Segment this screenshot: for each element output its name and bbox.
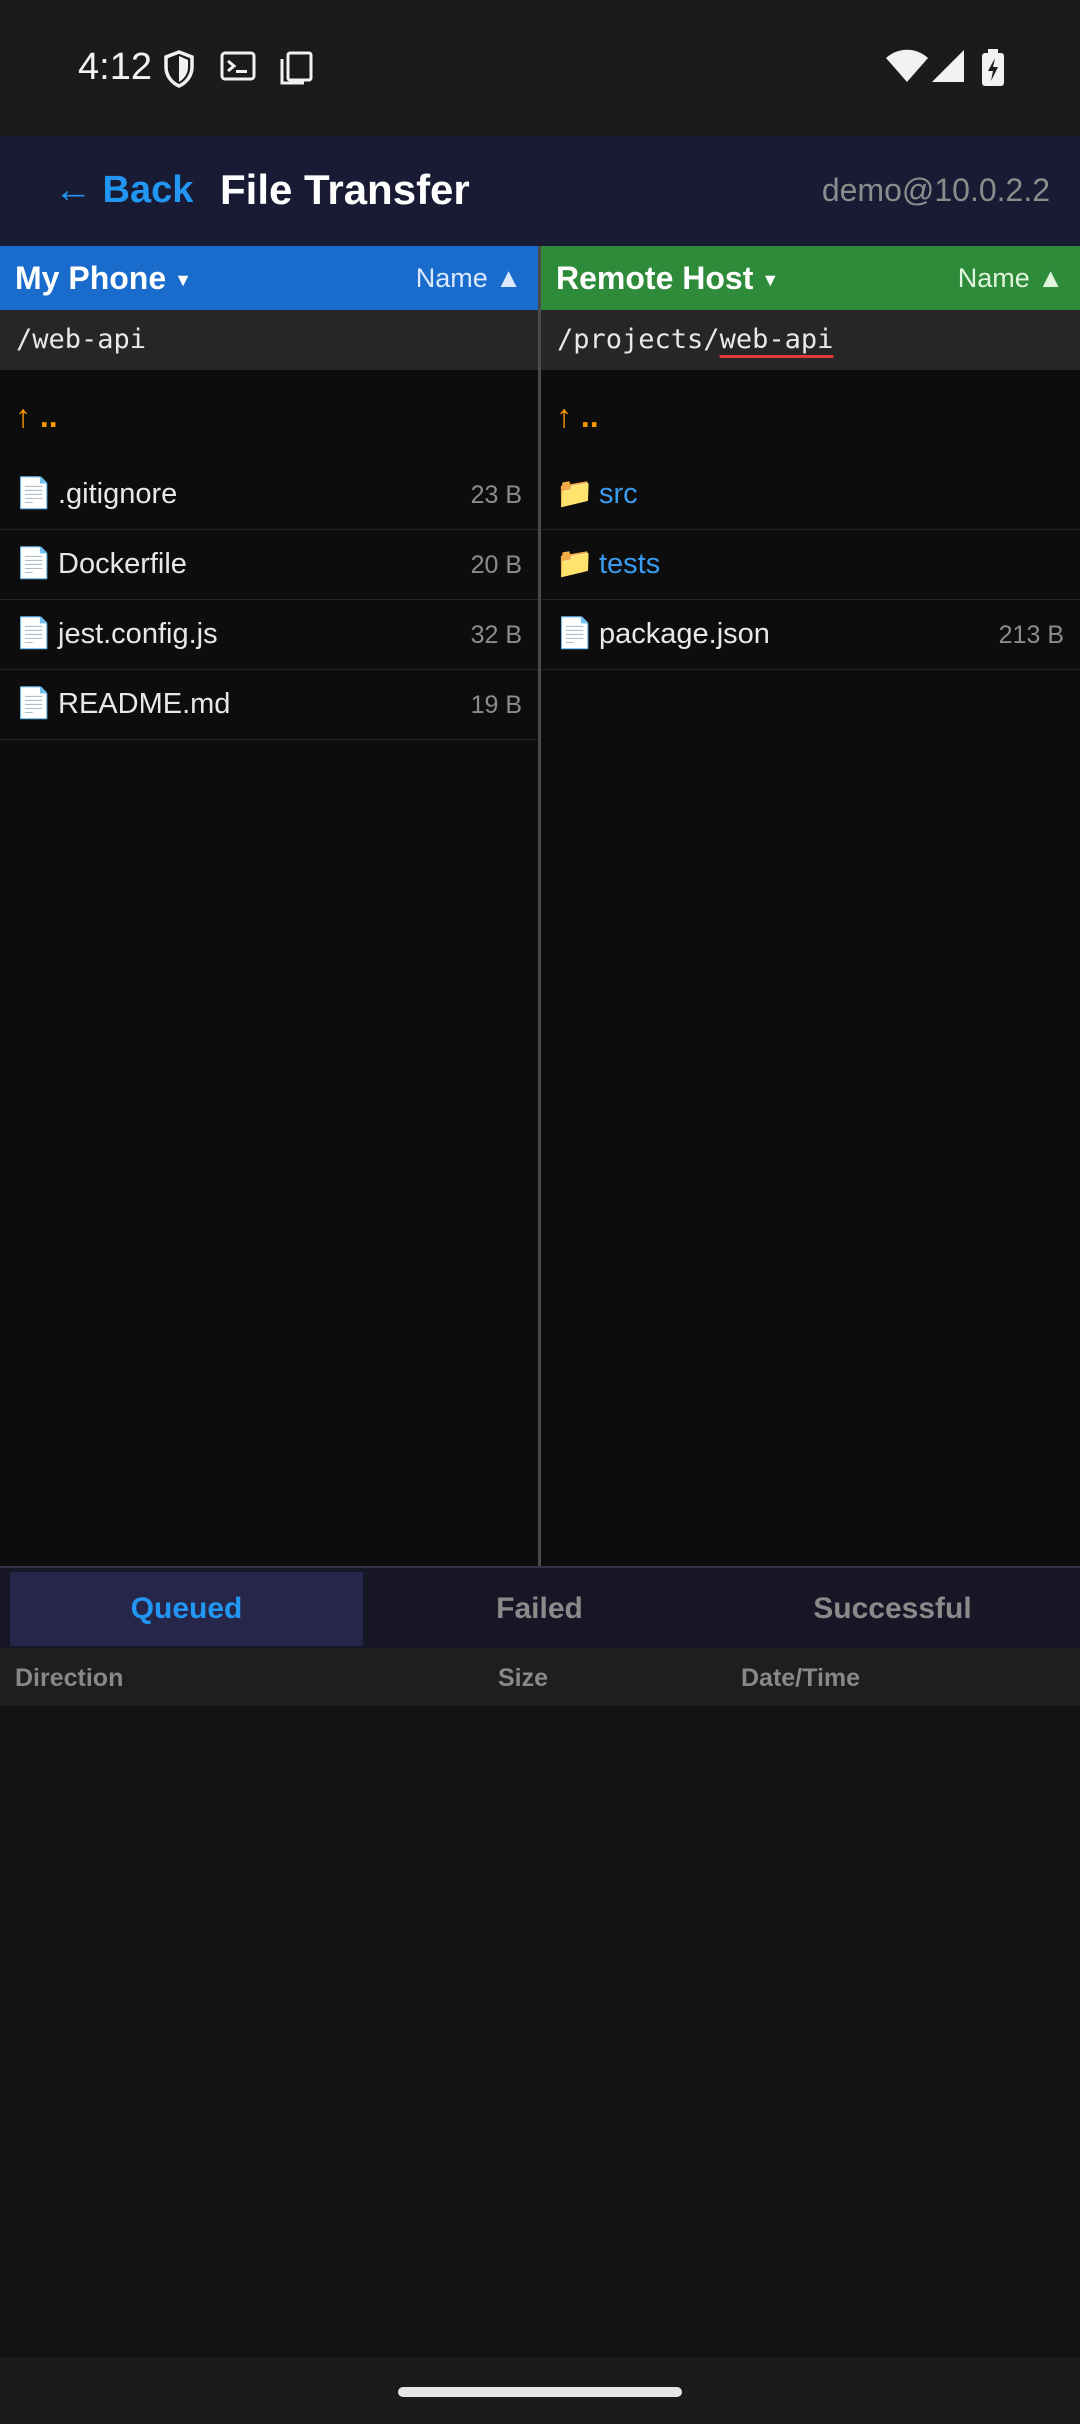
local-parent-dir[interactable]: ↑ .. <box>0 370 538 460</box>
file-size: 20 B <box>470 551 522 579</box>
file-size: 23 B <box>470 481 522 509</box>
copy-icon <box>280 51 313 85</box>
remote-path-bar: /projects/web-api <box>541 310 1080 370</box>
status-time: 4:12 <box>78 46 152 88</box>
file-size: 213 B <box>998 621 1064 649</box>
remote-pane: Remote Host ▼ Name ▲ /projects/web-api ↑ … <box>541 246 1080 1566</box>
remote-sort-button[interactable]: Name ▲ <box>958 263 1064 294</box>
remote-parent-dir[interactable]: ↑ .. <box>541 370 1080 460</box>
local-host-label: My Phone <box>15 260 167 296</box>
file-name: jest.config.js <box>58 618 218 650</box>
column-direction: Direction <box>15 1664 124 1692</box>
column-size: Size <box>498 1664 549 1692</box>
shield-icon <box>164 50 194 88</box>
file-icon: 📄 <box>15 617 53 650</box>
tab-queued[interactable]: Queued <box>10 1572 363 1646</box>
file-name: package.json <box>599 618 770 650</box>
local-pane-header: My Phone ▼ Name ▲ <box>0 246 538 310</box>
column-datetime: Date/Time <box>741 1664 861 1692</box>
page-title: File Transfer <box>220 166 470 213</box>
file-name: .gitignore <box>58 478 178 510</box>
local-sort-button[interactable]: Name ▲ <box>416 263 522 294</box>
navigation-bar <box>0 2358 1080 2424</box>
file-icon: 📄 <box>556 617 594 650</box>
terminal-icon <box>220 51 256 81</box>
dropdown-caret-icon: ▼ <box>174 270 192 291</box>
battery-charging-icon <box>982 49 1004 86</box>
remote-path-current: web-api <box>719 324 834 355</box>
back-button[interactable]: ← Back <box>54 169 193 212</box>
file-size: 19 B <box>470 691 522 719</box>
file-icon: 📄 <box>15 547 53 580</box>
transfer-table-header: Direction Size Date/Time <box>0 1648 1080 1706</box>
remote-path-prefix: /projects/ <box>557 324 720 355</box>
file-name: Dockerfile <box>58 548 187 580</box>
remote-file-list: 📁 src 📁 tests 📄 package.json 213 B <box>541 460 1080 670</box>
folder-icon: 📁 <box>556 477 594 510</box>
connection-label: demo@10.0.2.2 <box>821 172 1050 208</box>
tab-failed[interactable]: Failed <box>363 1572 716 1646</box>
transfer-panel: Queued Failed Successful Direction Size … <box>0 1566 1080 2358</box>
app-bar: ← Back File Transfer demo@10.0.2.2 <box>0 136 1080 246</box>
folder-name: src <box>599 478 638 510</box>
transfer-tabs: Queued Failed Successful <box>0 1566 1080 1648</box>
home-gesture-handle[interactable] <box>398 2387 682 2397</box>
file-icon: 📄 <box>15 687 53 720</box>
status-bar: 4:12 <box>0 0 1080 136</box>
wifi-icon <box>886 49 928 82</box>
local-pane: My Phone ▼ Name ▲ /web-api ↑ .. 📄 .gitign… <box>0 246 538 1566</box>
remote-host-label: Remote Host <box>556 260 754 296</box>
dropdown-caret-icon: ▼ <box>761 270 780 291</box>
folder-icon: 📁 <box>556 547 594 580</box>
remote-pane-header: Remote Host ▼ Name ▲ <box>541 246 1080 310</box>
up-arrow-label: ↑ .. <box>15 398 58 434</box>
file-row[interactable]: 📄 Dockerfile 20 B <box>0 530 538 600</box>
local-host-selector[interactable]: My Phone ▼ <box>15 260 192 297</box>
signal-icon <box>932 50 964 82</box>
file-icon: 📄 <box>15 477 53 510</box>
folder-name: tests <box>599 548 661 580</box>
local-path-bar: /web-api <box>0 310 538 370</box>
folder-row[interactable]: 📁 src <box>541 460 1080 530</box>
tab-successful[interactable]: Successful <box>716 1572 1069 1646</box>
file-row[interactable]: 📄 .gitignore 23 B <box>0 460 538 530</box>
file-row[interactable]: 📄 jest.config.js 32 B <box>0 600 538 670</box>
file-row[interactable]: 📄 package.json 213 B <box>541 600 1080 670</box>
local-file-list: 📄 .gitignore 23 B 📄 Dockerfile 20 B 📄 je… <box>0 460 538 740</box>
up-arrow-label: ↑ .. <box>556 398 599 434</box>
folder-row[interactable]: 📁 tests <box>541 530 1080 600</box>
file-name: README.md <box>58 688 231 720</box>
file-row[interactable]: 📄 README.md 19 B <box>0 670 538 740</box>
remote-host-selector[interactable]: Remote Host ▼ <box>556 260 779 297</box>
file-size: 32 B <box>470 621 522 649</box>
